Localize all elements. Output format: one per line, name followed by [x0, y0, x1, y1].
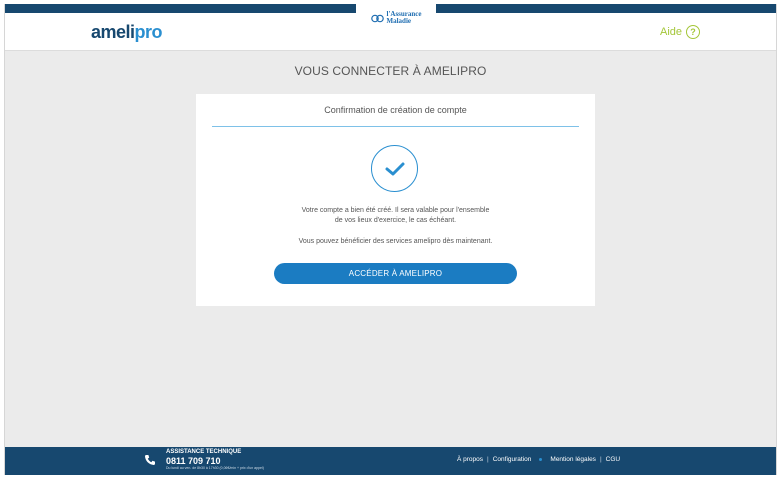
assistance-hours: Du lundi au ven. de 8h30 à 17h30 (0,06€/… — [166, 466, 264, 470]
access-amelipro-button[interactable]: ACCÉDER À AMELIPRO — [274, 263, 517, 284]
site-header: l'Assurance Maladie amelipro Aide ? — [5, 4, 776, 51]
message-line-1: Votre compte a bien été créé. Il sera va… — [301, 207, 490, 214]
phone-icon — [145, 455, 155, 465]
footer-separator: | — [487, 456, 489, 463]
footer-link-configuration[interactable]: Configuration — [493, 456, 532, 463]
footer-separator: | — [599, 456, 602, 463]
message-line-2: de vos lieux d'exercice, le cas échéant. — [334, 217, 457, 224]
assistance-title: ASSISTANCE TECHNIQUE — [166, 449, 242, 455]
technical-assistance: ASSISTANCE TECHNIQUE 0811 709 710 Du lun… — [166, 449, 264, 471]
confirmation-card: Confirmation de création de compte Votre… — [196, 94, 595, 306]
footer-link-cgu[interactable]: CGU — [606, 456, 620, 463]
footer-bullet — [539, 458, 543, 461]
assistance-phone[interactable]: 0811 709 710 — [166, 456, 264, 466]
footer-link-a-propos[interactable]: À propos — [457, 456, 483, 463]
footer-links: À propos | Configuration Mention légales… — [457, 456, 620, 463]
assurance-maladie-logo[interactable]: l'Assurance Maladie — [356, 4, 436, 32]
logo-part-ameli: ameli — [91, 22, 135, 42]
footer-link-mentions-legales[interactable]: Mention légales — [550, 456, 596, 463]
services-message: Vous pouvez bénéficier des services amel… — [298, 238, 493, 245]
assurance-maladie-emblem-icon — [370, 14, 384, 22]
help-icon: ? — [686, 25, 701, 39]
browser-viewport: l'Assurance Maladie amelipro Aide ? VOUS… — [4, 4, 777, 475]
checkmark-icon — [385, 162, 404, 175]
site-footer: ASSISTANCE TECHNIQUE 0811 709 710 Du lun… — [5, 447, 776, 475]
page-title: VOUS CONNECTER À AMELIPRO — [294, 64, 487, 78]
amelipro-logo[interactable]: amelipro — [91, 22, 163, 42]
card-title: Confirmation de création de compte — [324, 105, 467, 115]
confirmation-message: Votre compte a bien été créé. Il sera va… — [196, 206, 595, 226]
card-divider — [212, 126, 579, 127]
help-label: Aide — [660, 26, 683, 38]
success-check-icon — [371, 145, 418, 192]
help-link[interactable]: Aide ? — [660, 25, 701, 39]
brand-line-2: Maladie — [386, 17, 412, 25]
logo-part-pro: pro — [134, 22, 163, 42]
